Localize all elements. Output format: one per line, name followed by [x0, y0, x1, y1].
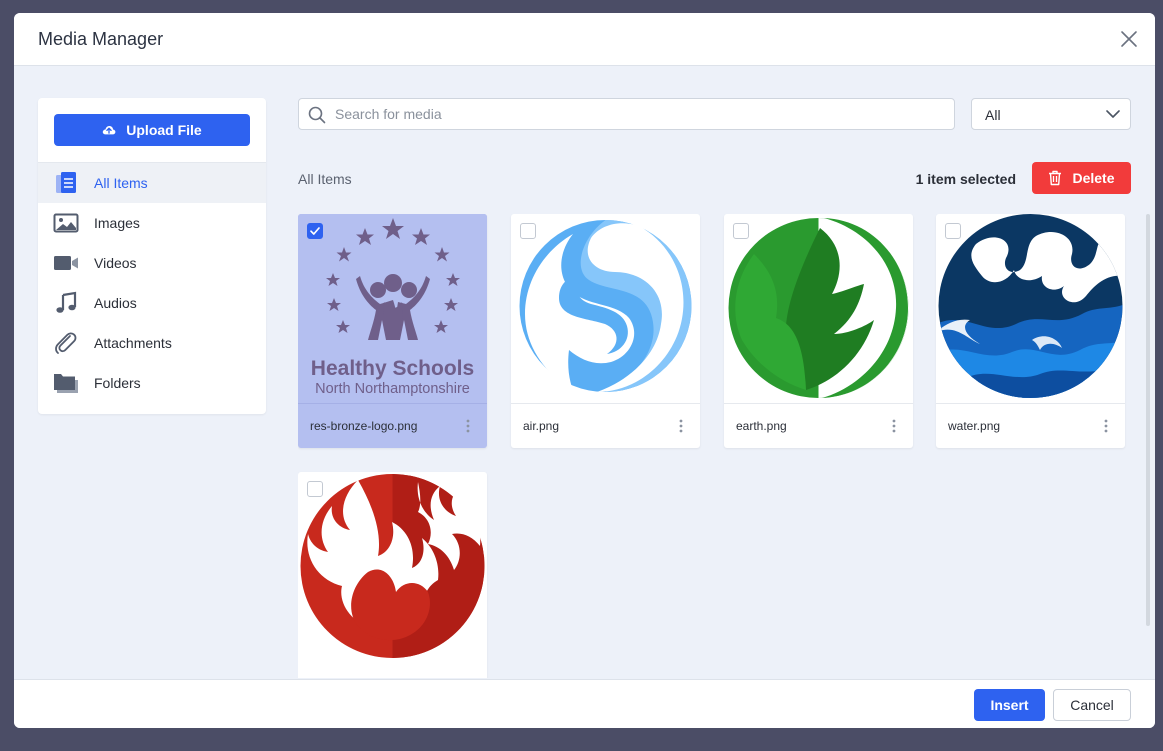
logo-line-2: North Northamptonshire: [315, 381, 470, 397]
media-filename: earth.png: [736, 419, 787, 433]
sidebar-item-label: All Items: [94, 175, 148, 191]
sidebar-item-folders[interactable]: Folders: [38, 363, 266, 403]
sidebar-item-label: Attachments: [94, 335, 172, 351]
grid-scrollbar-thumb[interactable]: [1146, 214, 1150, 626]
more-vertical-icon: [892, 419, 896, 433]
more-options-button[interactable]: [678, 419, 684, 433]
healthy-schools-logo-image: Healthy Schools North Northamptonshire: [311, 218, 474, 397]
media-card-earth[interactable]: earth.png: [724, 214, 913, 448]
sidebar-item-label: Images: [94, 215, 140, 231]
upload-file-button[interactable]: Upload File: [54, 114, 250, 146]
card-divider: [298, 403, 487, 404]
cloud-upload-icon: [103, 126, 116, 135]
logo-line-1: Healthy Schools: [311, 357, 474, 380]
sidebar-item-label: Videos: [94, 255, 137, 271]
sidebar-item-label: Folders: [94, 375, 141, 391]
image-icon: [53, 213, 79, 233]
fire-element-image: [300, 474, 485, 658]
cancel-button[interactable]: Cancel: [1053, 689, 1131, 721]
checkmark-icon: [310, 227, 320, 235]
sidebar-nav: All Items Images Videos Audios Attachmen…: [38, 163, 266, 403]
air-element-image: [519, 220, 692, 392]
media-filename: water.png: [948, 419, 1001, 433]
modal-footer: Insert Cancel: [14, 679, 1155, 728]
media-thumbnail: [724, 214, 913, 403]
more-vertical-icon: [466, 419, 470, 433]
sidebar-item-images[interactable]: Images: [38, 203, 266, 243]
water-element-image: [938, 214, 1123, 398]
media-thumbnail: [936, 214, 1125, 403]
select-checkbox[interactable]: [307, 481, 323, 497]
media-type-select[interactable]: All: [971, 98, 1131, 130]
media-type-select-value: All: [985, 107, 1001, 123]
select-checkbox[interactable]: [307, 223, 323, 239]
more-vertical-icon: [1104, 419, 1108, 433]
delete-label: Delete: [1072, 170, 1115, 186]
media-card-fire[interactable]: [298, 472, 487, 678]
card-divider: [724, 403, 913, 404]
media-thumbnail: Healthy Schools North Northamptonshire: [298, 214, 487, 403]
sidebar-item-label: Audios: [94, 295, 137, 311]
sidebar-item-attachments[interactable]: Attachments: [38, 323, 266, 363]
sidebar: Upload File All Items Images Videos Audi…: [38, 98, 266, 414]
insert-button[interactable]: Insert: [974, 689, 1045, 721]
document-stack-icon: [56, 172, 76, 193]
more-options-button[interactable]: [891, 419, 897, 433]
sidebar-item-audios[interactable]: Audios: [38, 283, 266, 323]
modal-header: Media Manager: [14, 13, 1155, 66]
search-input[interactable]: [335, 99, 935, 129]
media-grid: Healthy Schools North Northamptonshire r…: [298, 214, 1143, 678]
close-button[interactable]: [1119, 29, 1139, 49]
sidebar-item-all-items[interactable]: All Items: [38, 163, 266, 203]
upload-file-label: Upload File: [126, 122, 202, 138]
modal-title: Media Manager: [38, 29, 164, 49]
card-divider: [936, 403, 1125, 404]
media-card-air[interactable]: air.png: [511, 214, 700, 448]
more-options-button[interactable]: [1103, 419, 1109, 433]
earth-element-image: [728, 218, 909, 398]
select-checkbox[interactable]: [945, 223, 961, 239]
media-thumbnail: [298, 472, 487, 661]
paperclip-icon: [55, 332, 77, 354]
media-filename: res-bronze-logo.png: [310, 419, 418, 433]
media-thumbnail: [511, 214, 700, 403]
select-checkbox[interactable]: [733, 223, 749, 239]
folder-icon: [54, 374, 78, 393]
grid-scrollbar[interactable]: [1145, 214, 1151, 678]
select-checkbox[interactable]: [520, 223, 536, 239]
search-icon: [308, 106, 326, 124]
sidebar-item-videos[interactable]: Videos: [38, 243, 266, 283]
delete-button[interactable]: Delete: [1032, 162, 1131, 194]
chevron-down-icon: [1106, 110, 1120, 118]
trash-icon: [1049, 170, 1062, 186]
search-box: [298, 98, 955, 130]
media-filename: air.png: [523, 419, 560, 433]
media-card-water[interactable]: water.png: [936, 214, 1125, 448]
selected-count: 1 item selected: [915, 171, 1016, 187]
card-divider: [511, 403, 700, 404]
media-manager-modal: Media Manager Upload File All Items Imag…: [14, 13, 1155, 728]
more-vertical-icon: [679, 419, 683, 433]
more-options-button[interactable]: [465, 419, 471, 433]
media-card-res-bronze-logo[interactable]: Healthy Schools North Northamptonshire r…: [298, 214, 487, 448]
video-camera-icon: [54, 256, 78, 270]
section-label: All Items: [298, 171, 352, 187]
music-note-icon: [56, 291, 77, 313]
close-icon: [1121, 31, 1137, 47]
